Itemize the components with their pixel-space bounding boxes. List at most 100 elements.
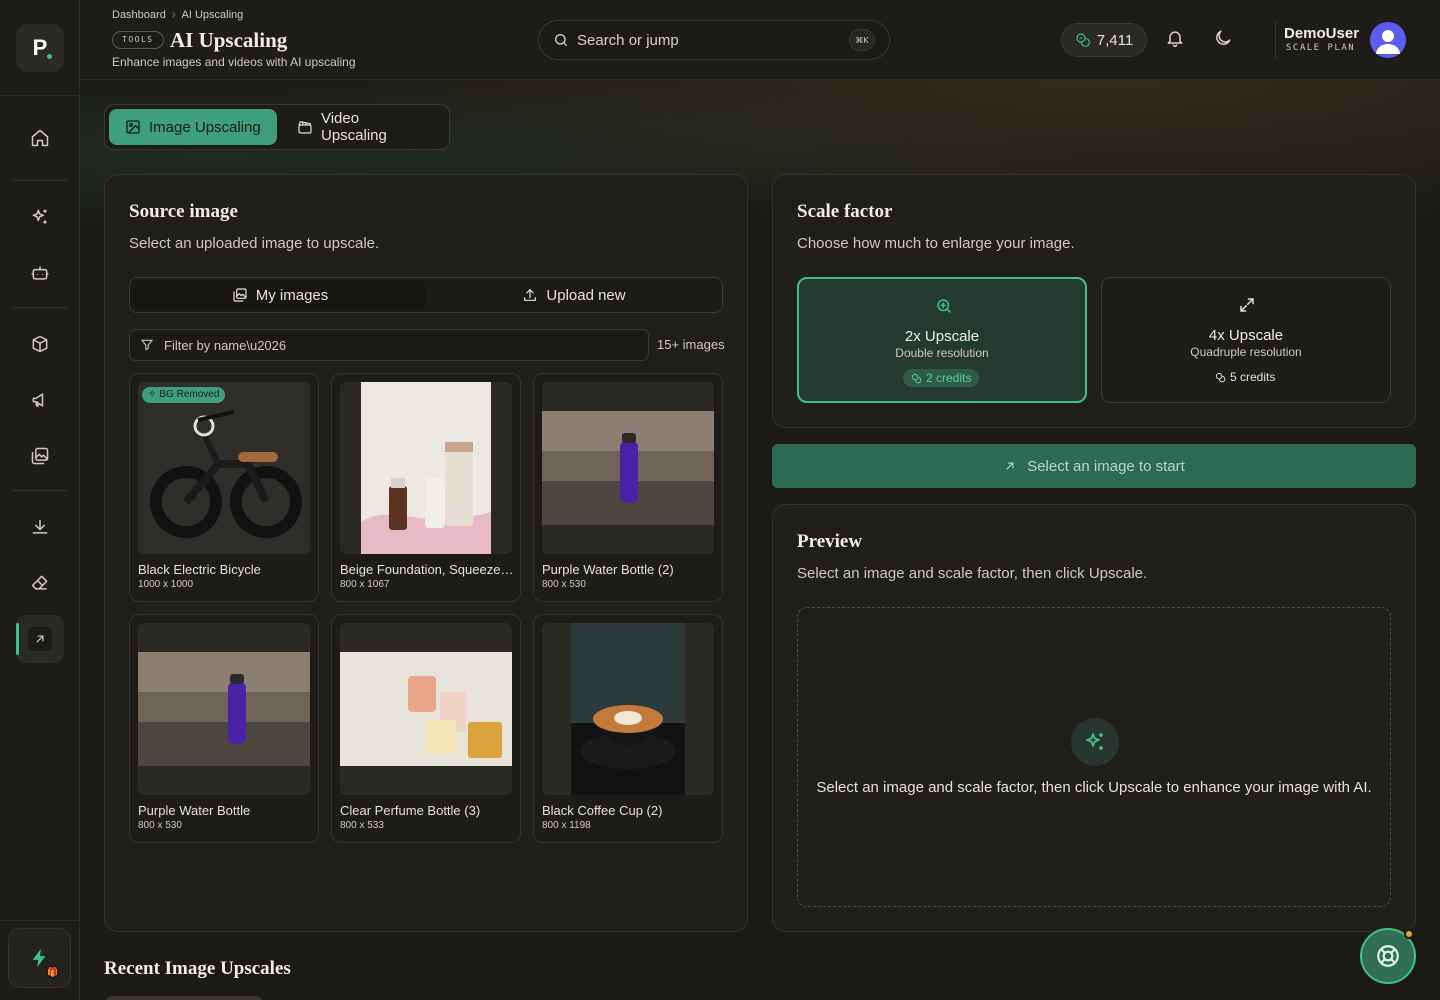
upload-new-label: Upload new (546, 286, 626, 304)
sidebar-item-ai-tools[interactable] (16, 193, 64, 241)
notifications-button[interactable] (1165, 28, 1187, 50)
image-tile[interactable]: Black Coffee Cup (2) 800 x 1198 (533, 614, 723, 843)
arrow-up-right-icon (1006, 462, 1014, 470)
preview-placeholder-icon (1071, 718, 1119, 766)
image-thumbnail (138, 382, 310, 554)
image-thumbnail (542, 623, 714, 795)
scale-title: Scale factor (797, 201, 893, 222)
preview-area: Select an image and scale factor, then c… (797, 607, 1391, 907)
search-bar[interactable]: ⌘K (538, 20, 890, 60)
bot-icon (31, 266, 49, 280)
image-tile[interactable]: Purple Water Bottle 800 x 530 (129, 614, 319, 843)
sidebar-divider (0, 95, 80, 96)
bell-icon (1167, 31, 1183, 48)
sidebar-item-downloads[interactable] (16, 503, 64, 551)
app-root: P 🎁 Dashboard › AI Upscaling TOOLS AI Up… (0, 0, 1440, 1000)
sidebar-upgrade-button[interactable]: 🎁 (8, 928, 71, 988)
theme-toggle-button[interactable] (1213, 28, 1235, 50)
search-icon (555, 34, 567, 46)
upscale-button-label: Select an image to start (1027, 457, 1185, 475)
sidebar-item-bot[interactable] (16, 249, 64, 297)
clapperboard-icon (298, 121, 312, 134)
recent-upscale-thumbnail[interactable] (106, 996, 262, 1000)
source-subtitle: Select an uploaded image to upscale. (129, 235, 380, 252)
image-tile[interactable]: Clear Perfume Bottle (3) 800 x 533 (331, 614, 521, 843)
credits-pill[interactable]: 7,411 (1061, 23, 1147, 57)
scale-option-title: 2x Upscale (904, 328, 980, 345)
credits-label: 5 credits (1230, 370, 1276, 384)
image-tile[interactable]: Beige Foundation, Squeeze Tubes 800 x 10… (331, 373, 521, 602)
image-tile[interactable]: ✧ BG Removed Black Electric Bicycle 1000… (129, 373, 319, 602)
sidebar-item-home[interactable] (16, 114, 64, 162)
sparkles-icon (1086, 733, 1103, 750)
bottle-thumbnail (138, 652, 310, 766)
recent-upscales-title: Recent Image Upscales (104, 958, 291, 979)
page-subtitle: Enhance images and videos with AI upscal… (112, 55, 356, 69)
user-plan: SCALE PLAN (1286, 43, 1356, 53)
filter-icon (141, 339, 153, 351)
app-logo[interactable]: P (16, 24, 64, 72)
source-image-card: Source image Select an uploaded image to… (104, 174, 748, 932)
sidebar-separator (12, 307, 67, 308)
image-thumbnail (138, 623, 310, 795)
download-icon (32, 519, 48, 534)
logo-mark: P (26, 34, 54, 62)
top-header: Dashboard › AI Upscaling TOOLS AI Upscal… (80, 0, 1440, 80)
image-thumbnail (340, 382, 512, 554)
sidebar-item-products[interactable] (16, 320, 64, 368)
preview-card: Preview Select an image and scale factor… (772, 504, 1416, 932)
sidebar-item-gallery[interactable] (16, 432, 64, 480)
upscaling-tabs: Image Upscaling Video Upscaling (104, 104, 450, 150)
images-icon (233, 288, 247, 302)
help-notification-dot (1404, 929, 1414, 939)
user-icon (1376, 30, 1400, 54)
sidebar-divider (0, 920, 80, 921)
upload-icon (524, 289, 537, 301)
tab-image-upscaling[interactable]: Image Upscaling (109, 109, 277, 145)
lifebuoy-icon (1377, 945, 1399, 967)
scale-subtitle: Choose how much to enlarge your image. (797, 235, 1075, 252)
scale-option-credits: 5 credits (1207, 368, 1283, 386)
sidebar-item-upscaling[interactable] (16, 615, 64, 663)
image-dimensions: 800 x 530 (138, 820, 182, 831)
bg-removed-label: BG Removed (159, 389, 220, 400)
expand-icon (1240, 298, 1254, 312)
sidebar-item-eraser[interactable] (16, 559, 64, 607)
image-tile[interactable]: Purple Water Bottle (2) 800 x 530 (533, 373, 723, 602)
my-images-button[interactable]: My images (134, 281, 426, 309)
bg-removed-badge: ✧ BG Removed (142, 387, 226, 403)
search-input[interactable] (577, 31, 837, 49)
breadcrumb: Dashboard › AI Upscaling (112, 9, 243, 21)
upload-new-button[interactable]: Upload new (428, 281, 720, 309)
image-thumbnail (340, 623, 512, 795)
sidebar-active-indicator (28, 627, 52, 651)
my-images-label: My images (255, 286, 329, 304)
credits-label: 2 credits (926, 371, 972, 385)
avatar[interactable] (1370, 22, 1406, 58)
sidebar-item-campaigns[interactable] (16, 376, 64, 424)
tab-video-upscaling[interactable]: Video Upscaling (281, 109, 445, 145)
scale-option-2x[interactable]: 2x Upscale Double resolution 2 credits (797, 277, 1087, 403)
scale-option-4x[interactable]: 4x Upscale Quadruple resolution 5 credit… (1101, 277, 1391, 403)
perfume-thumbnail (340, 652, 512, 766)
user-name[interactable]: DemoUser (1284, 25, 1359, 42)
source-toggle: My images Upload new (129, 277, 723, 313)
image-dimensions: 800 x 1198 (542, 820, 591, 831)
eraser-icon (31, 575, 48, 590)
breadcrumb-dashboard[interactable]: Dashboard (112, 9, 166, 21)
image-name: Clear Perfume Bottle (3) (340, 803, 481, 818)
sidebar-separator (12, 180, 67, 181)
image-dimensions: 1000 x 1000 (138, 579, 194, 590)
image-dimensions: 800 x 533 (340, 820, 384, 831)
image-name: Beige Foundation, Squeeze Tubes (340, 562, 514, 577)
upscale-button[interactable]: Select an image to start (772, 444, 1416, 488)
sparkles-icon (32, 209, 47, 224)
image-icon (126, 120, 140, 134)
filter-field[interactable] (129, 329, 649, 361)
filter-input[interactable] (164, 337, 624, 353)
coins-icon (1076, 33, 1090, 47)
image-dimensions: 800 x 1067 (340, 579, 390, 590)
scale-option-desc: Double resolution (895, 346, 989, 360)
chevron-right-icon: › (171, 9, 176, 21)
sidebar-separator (12, 490, 67, 491)
